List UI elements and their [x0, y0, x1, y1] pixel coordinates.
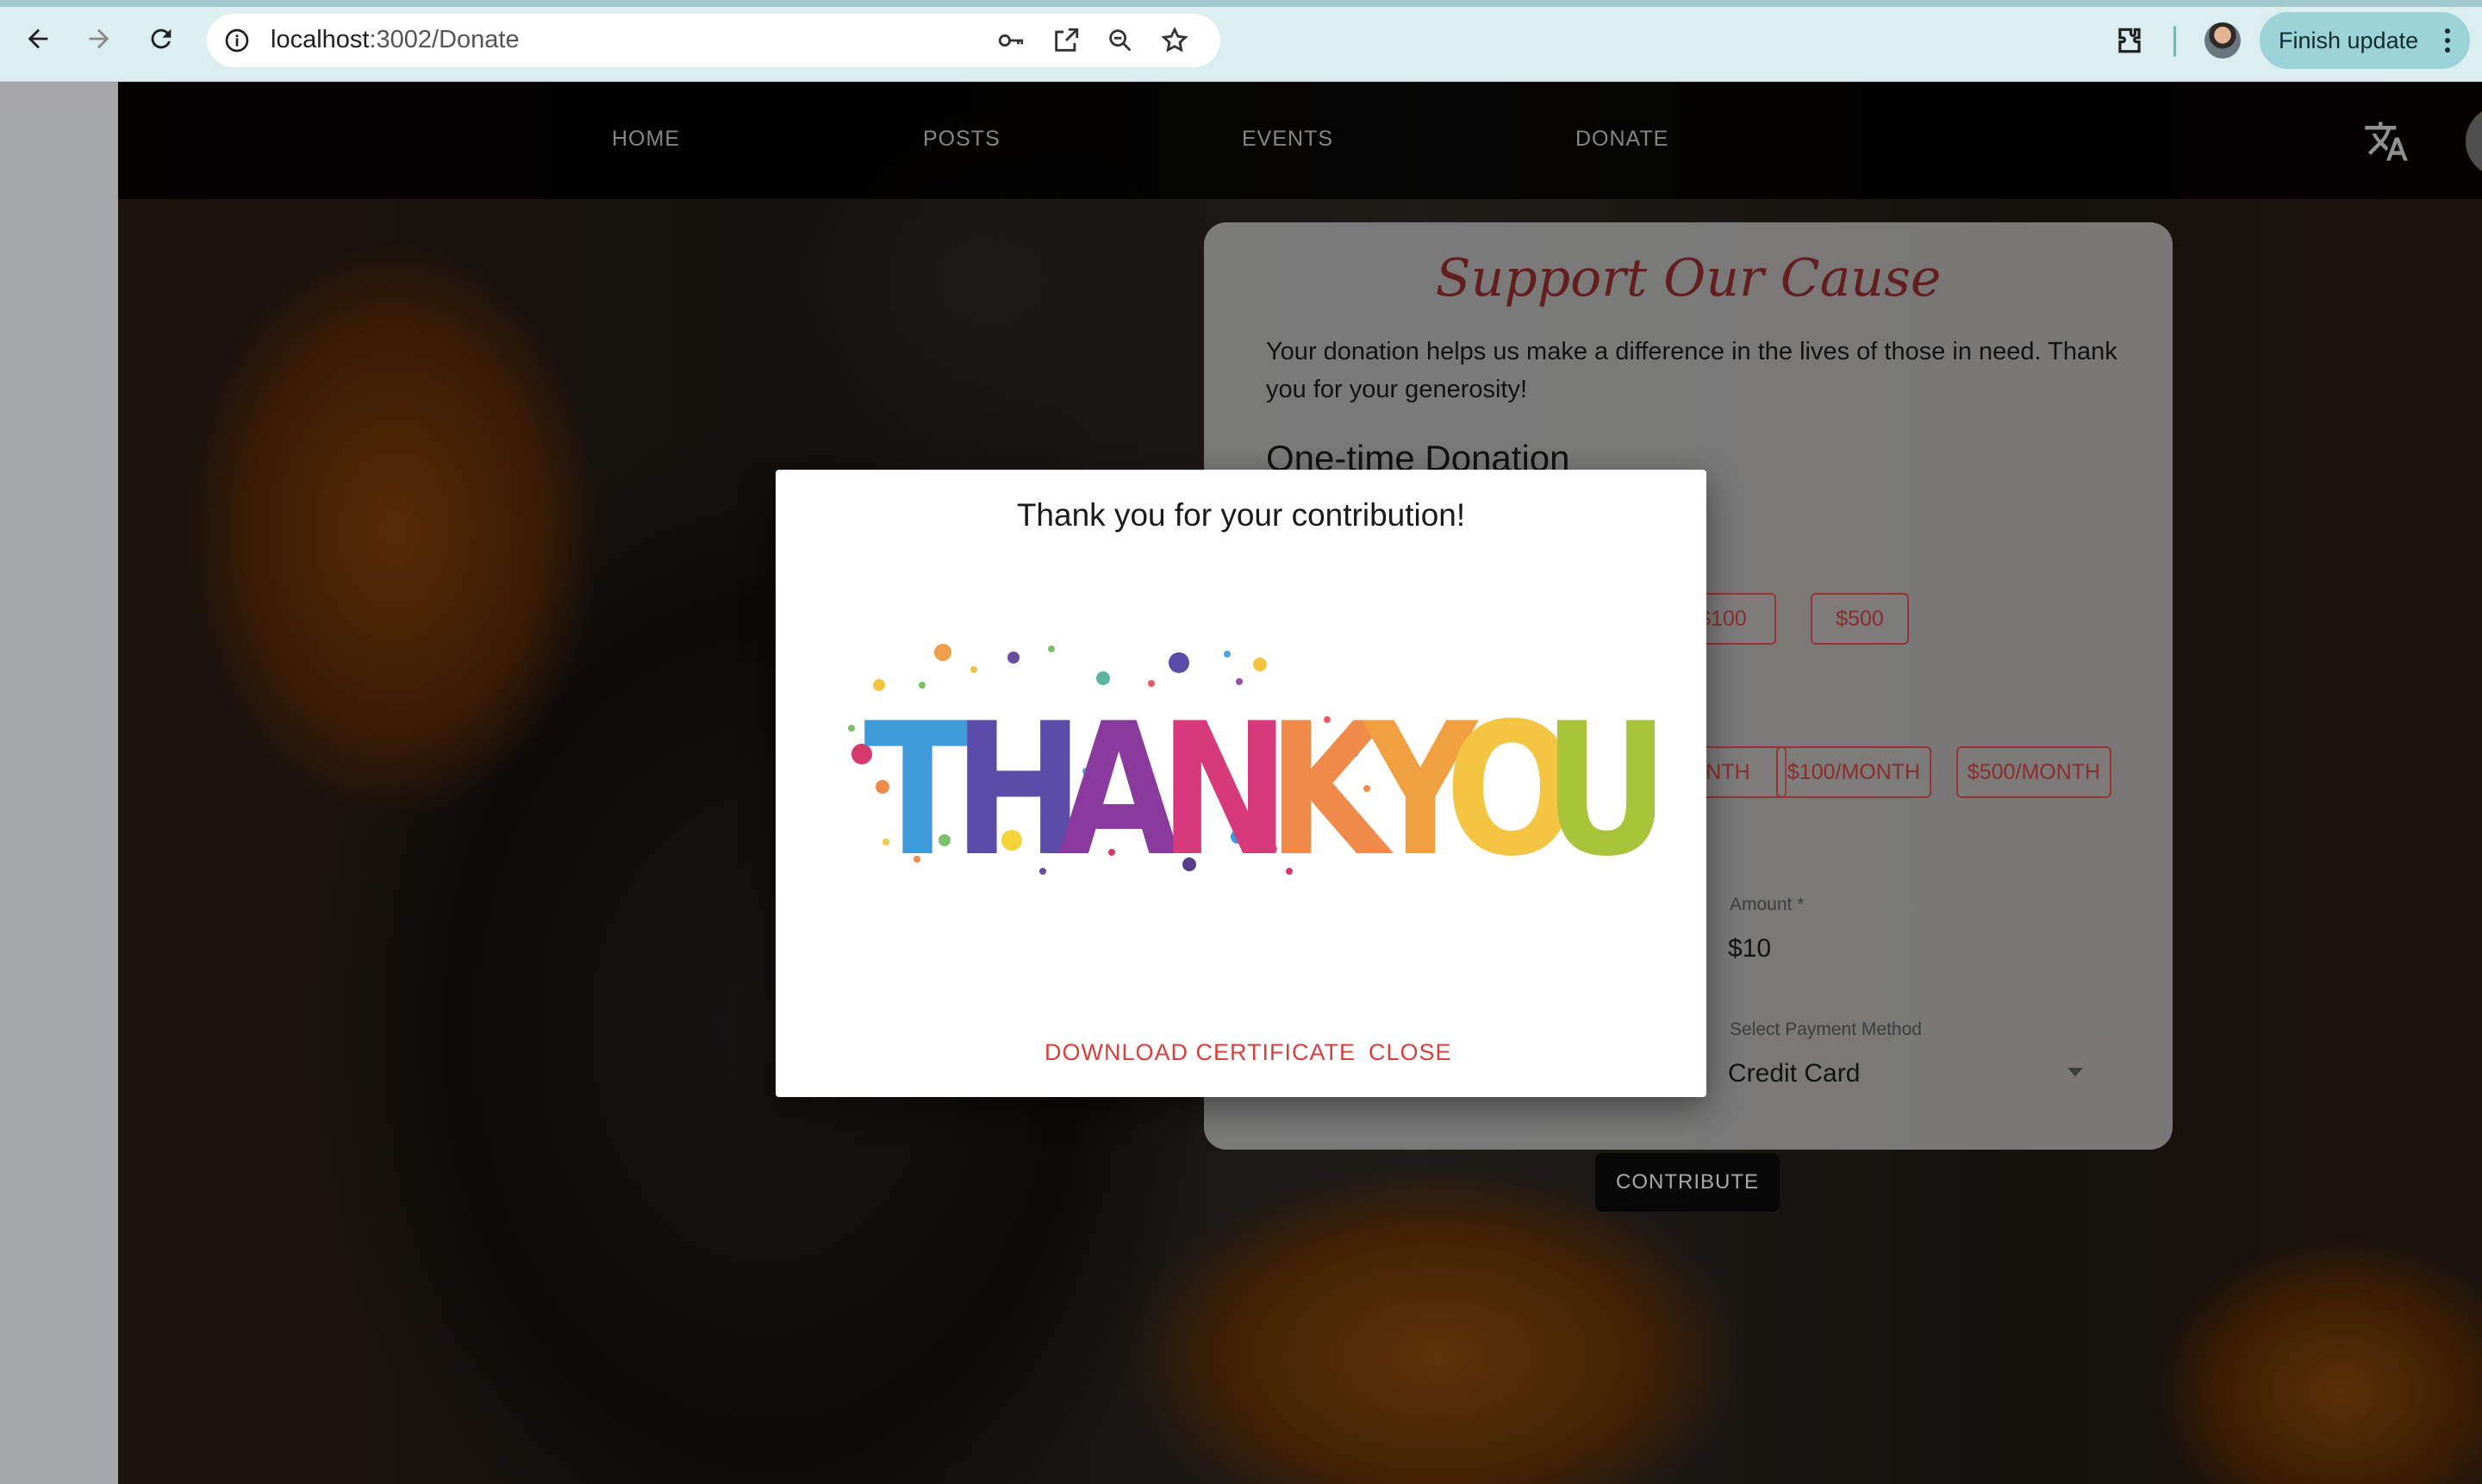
dialog-actions: DOWNLOAD CERTIFICATE CLOSE	[776, 1038, 1706, 1082]
dialog-title: Thank you for your contribution!	[1016, 497, 1466, 533]
svg-text:U: U	[1543, 683, 1655, 892]
url-text[interactable]: localhost:3002/Donate	[271, 26, 520, 54]
site-info-icon	[225, 28, 249, 53]
site-info-button[interactable]	[219, 22, 255, 59]
more-vert-icon	[2445, 28, 2450, 53]
thank-you-dialog: Thank you for your contribution! T H A N…	[776, 470, 1706, 1097]
tab-strip-edge	[0, 0, 2482, 7]
finish-update-button[interactable]: Finish update	[2260, 12, 2470, 69]
browser-toolbar: localhost:3002/Donate Finish update	[0, 0, 2482, 82]
bookmark-star-icon[interactable]	[1160, 26, 1189, 55]
forward-icon	[89, 28, 109, 49]
thank-you-lettering: T H A N K Y O U !	[864, 683, 1655, 892]
extensions-icon[interactable]	[2113, 24, 2146, 57]
close-button[interactable]: CLOSE	[1363, 1038, 1457, 1067]
address-bar[interactable]: localhost:3002/Donate	[207, 14, 1220, 67]
url-host: localhost	[271, 26, 370, 53]
url-path: :3002/Donate	[369, 26, 520, 53]
download-certificate-button[interactable]: DOWNLOAD CERTIFICATE	[1039, 1038, 1361, 1067]
forward-button[interactable]	[79, 19, 119, 59]
back-button[interactable]	[18, 19, 58, 59]
back-icon	[28, 28, 48, 49]
password-key-icon[interactable]	[996, 26, 1026, 55]
finish-update-label: Finish update	[2279, 27, 2419, 53]
toolbar-separator	[2173, 26, 2176, 57]
zoom-icon[interactable]	[1106, 26, 1135, 55]
thank-you-image: T H A N K Y O U !	[848, 644, 1655, 892]
svg-text:!: !	[1642, 683, 1655, 892]
open-in-app-icon[interactable]	[1051, 26, 1081, 55]
profile-avatar[interactable]	[2204, 22, 2241, 59]
reload-icon	[151, 28, 171, 49]
reload-button[interactable]	[141, 19, 181, 59]
